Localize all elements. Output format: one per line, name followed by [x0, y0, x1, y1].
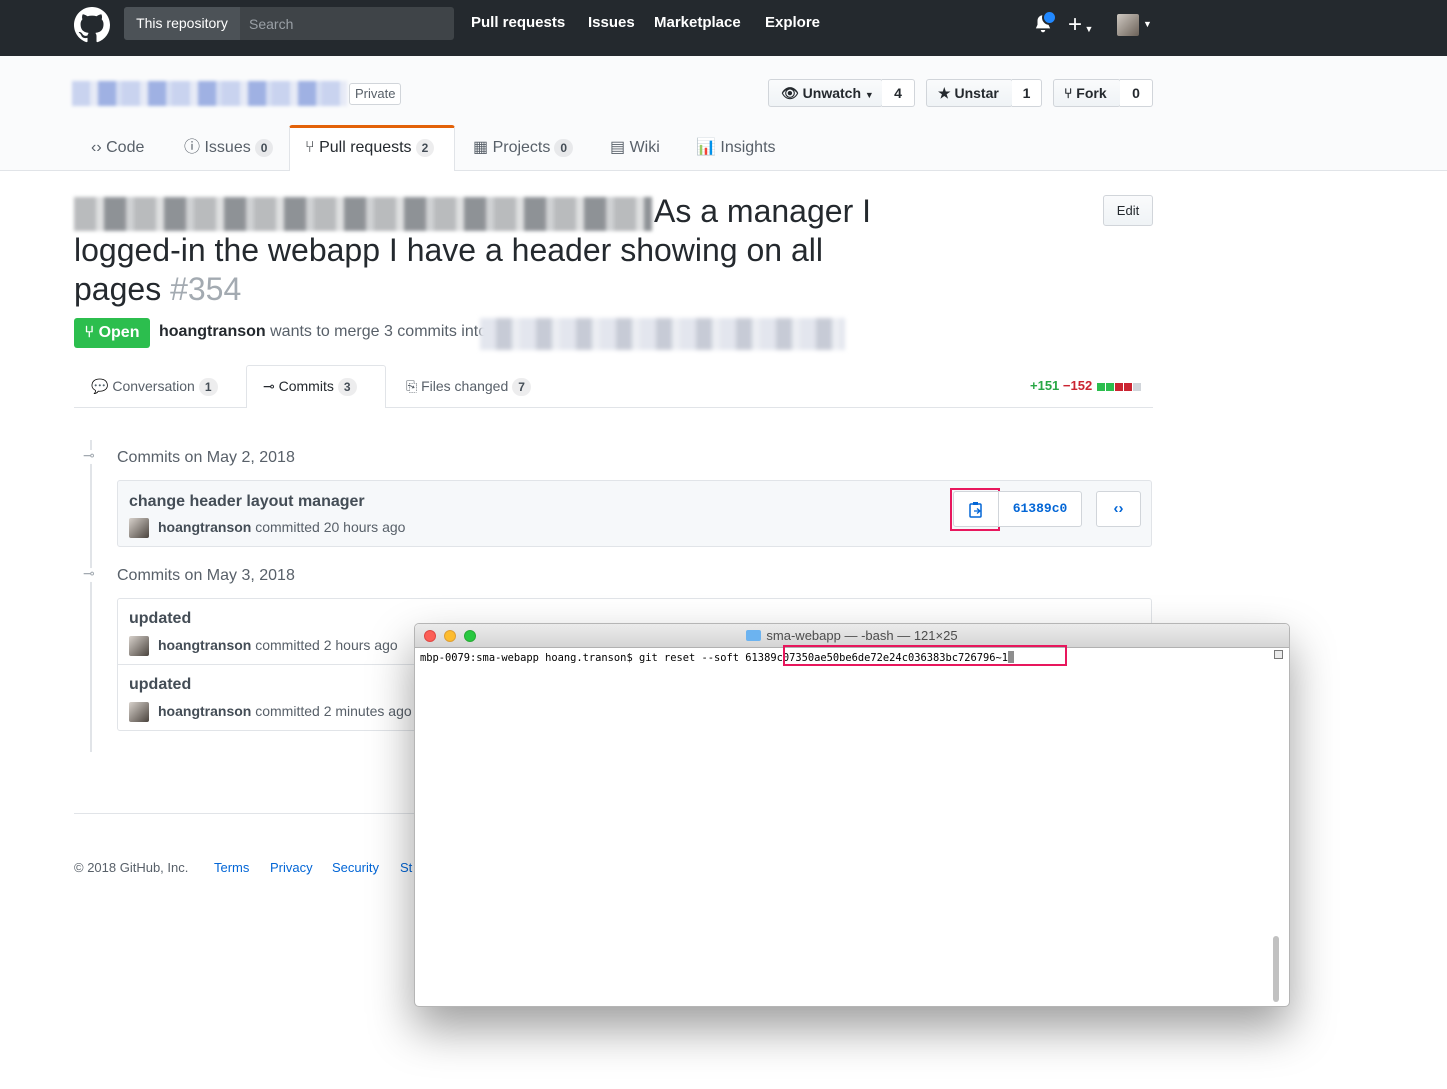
- caret-down-icon: ▼: [864, 90, 874, 100]
- terminal-window[interactable]: sma-webapp — -bash — 121×25 mbp-0079:sma…: [414, 623, 1290, 1007]
- search-scope-label: This repository: [124, 7, 240, 40]
- fork-count[interactable]: 0: [1120, 79, 1153, 107]
- diffstat-block: [1105, 382, 1114, 391]
- footer-copyright: © 2018 GitHub, Inc.: [74, 860, 189, 875]
- tab-commits[interactable]: ⊸ Commits 3: [263, 365, 357, 407]
- file-diff-icon: ⎘: [406, 378, 418, 394]
- avatar-caret-icon[interactable]: ▼: [1143, 19, 1152, 29]
- commits-count: 3: [337, 378, 357, 396]
- merge-text: wants to merge 3 commits into: [270, 323, 488, 340]
- tab-projects[interactable]: ▦ Projects 0: [473, 126, 574, 170]
- tab-conversation[interactable]: 💬 Conversation 1: [91, 365, 218, 407]
- notification-indicator: [1042, 10, 1057, 25]
- pr-author-link[interactable]: hoangtranson: [159, 323, 266, 340]
- commit-title-link[interactable]: change header layout manager: [129, 493, 365, 511]
- additions: +151: [1030, 378, 1060, 393]
- tab-issues[interactable]: ⓘ Issues 0: [184, 126, 274, 170]
- unstar-button[interactable]: ★ Unstar: [926, 79, 1013, 107]
- nav-marketplace[interactable]: Marketplace: [654, 14, 741, 31]
- nav-explore[interactable]: Explore: [765, 14, 820, 31]
- folder-icon: [746, 630, 762, 641]
- create-new-icon[interactable]: + ▼: [1068, 12, 1093, 42]
- nav-pull-requests[interactable]: Pull requests: [471, 14, 565, 31]
- code-icon: ‹›: [91, 139, 102, 156]
- terminal-scrollbar[interactable]: [1273, 936, 1279, 1002]
- copy-sha-highlight: [950, 488, 1000, 531]
- footer-link-privacy[interactable]: Privacy: [270, 860, 313, 875]
- project-icon: ▦: [473, 139, 489, 156]
- tab-code[interactable]: ‹› Code: [91, 126, 144, 170]
- commits-timeline: [90, 440, 92, 752]
- terminal-prompt: mbp-0079:sma-webapp hoang.transon$ git r…: [420, 652, 746, 664]
- commit-group-date: Commits on May 2, 2018: [117, 449, 295, 466]
- commit-group-icon: ⊸: [83, 447, 98, 464]
- pr-state-badge: ⑂ Open: [74, 318, 150, 348]
- edit-title-button[interactable]: Edit: [1103, 195, 1153, 226]
- files-changed-count: 7: [512, 378, 531, 396]
- commit-hash-highlight: [783, 645, 1067, 666]
- pull-request-icon: ⑂: [305, 139, 315, 156]
- pr-title: As a manager I logged-in the webapp I ha…: [74, 192, 914, 309]
- browse-code-button[interactable]: ‹›: [1096, 491, 1141, 527]
- pr-meta: hoangtranson wants to merge 3 commits in…: [159, 323, 487, 341]
- star-count[interactable]: 1: [1012, 79, 1042, 107]
- author-avatar[interactable]: [129, 636, 149, 656]
- author-avatar[interactable]: [129, 702, 149, 722]
- diffstat: +151 −152: [1030, 378, 1141, 393]
- pr-number: #354: [170, 271, 242, 307]
- pr-title-redacted: [74, 196, 652, 231]
- deletions: −152: [1062, 378, 1093, 393]
- commit-meta: hoangtranson committed 2 minutes ago: [158, 703, 412, 719]
- private-label: Private: [349, 83, 402, 105]
- github-logo-icon[interactable]: [74, 7, 110, 43]
- eye-icon: 👁: [781, 85, 799, 101]
- footer-link-terms[interactable]: Terms: [214, 860, 249, 875]
- search-input[interactable]: [240, 7, 454, 40]
- repo-name-redacted: [72, 81, 347, 106]
- conversation-count: 1: [198, 378, 218, 396]
- commit-icon: ⊸: [263, 378, 275, 394]
- commit-group-icon: ⊸: [83, 565, 98, 582]
- book-icon: ▤: [610, 139, 626, 156]
- diffstat-block: [1132, 382, 1141, 391]
- diffstat-block: [1114, 382, 1123, 391]
- star-icon: ★: [938, 85, 951, 101]
- diffstat-block: [1096, 382, 1105, 391]
- diffstat-block: [1123, 382, 1132, 391]
- tab-pull-requests[interactable]: ⑂ Pull requests 2: [305, 126, 435, 170]
- watch-count[interactable]: 4: [882, 79, 915, 107]
- issue-icon: ⓘ: [184, 139, 201, 156]
- pull-requests-count: 2: [415, 139, 435, 157]
- footer-link-status[interactable]: St: [400, 860, 412, 875]
- unwatch-button[interactable]: 👁 Unwatch ▼: [768, 79, 883, 107]
- commit-author[interactable]: hoangtranson: [158, 703, 251, 719]
- user-avatar[interactable]: [1117, 14, 1139, 36]
- footer-link-security[interactable]: Security: [332, 860, 379, 875]
- tab-wiki[interactable]: ▤ Wiki: [610, 126, 660, 170]
- pull-request-icon: ⑂: [84, 324, 95, 341]
- fork-icon: ⑂: [1064, 85, 1073, 101]
- tab-insights[interactable]: 📊 Insights: [696, 126, 776, 170]
- terminal-split-icon[interactable]: [1274, 650, 1283, 659]
- graph-icon: 📊: [696, 139, 716, 156]
- commit-author[interactable]: hoangtranson: [158, 637, 251, 653]
- branch-names-redacted: [480, 318, 845, 350]
- projects-count: 0: [554, 139, 574, 157]
- commit-title-link[interactable]: updated: [129, 610, 191, 628]
- commit-sha-link[interactable]: 61389c0: [998, 491, 1082, 527]
- tabnav-divider: [74, 407, 1153, 408]
- commit-author[interactable]: hoangtranson: [158, 519, 251, 535]
- commit-title-link[interactable]: updated: [129, 676, 191, 694]
- commit-meta: hoangtranson committed 20 hours ago: [158, 519, 406, 535]
- terminal-title: sma-webapp — -bash — 121×25: [415, 628, 1289, 643]
- tab-files-changed[interactable]: ⎘ Files changed 7: [406, 365, 531, 407]
- issues-count: 0: [254, 139, 274, 157]
- author-avatar[interactable]: [129, 518, 149, 538]
- fork-button[interactable]: ⑂ Fork: [1053, 79, 1121, 107]
- commit-meta: hoangtranson committed 2 hours ago: [158, 637, 398, 653]
- commit-group-date: Commits on May 3, 2018: [117, 567, 295, 584]
- code-icon: ‹›: [1113, 500, 1124, 517]
- nav-issues[interactable]: Issues: [588, 14, 635, 31]
- comment-icon: 💬: [91, 378, 109, 394]
